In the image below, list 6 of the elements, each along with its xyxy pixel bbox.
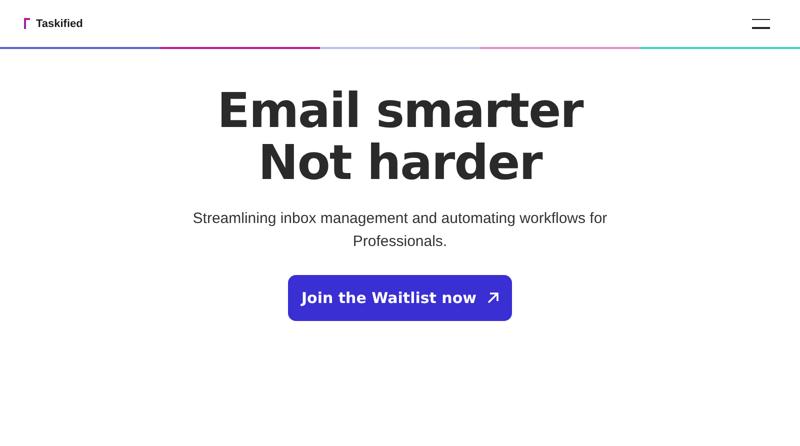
logo-icon <box>24 18 30 29</box>
subtitle: Streamlining inbox management and automating workflows for Professionals. <box>192 209 608 252</box>
waitlist-button[interactable]: Join the Waitlist now <box>288 275 512 321</box>
headline: Email smarter Not harder <box>217 85 583 189</box>
brand-name[interactable]: Taskified <box>36 18 83 30</box>
arrow-icon <box>486 292 499 304</box>
